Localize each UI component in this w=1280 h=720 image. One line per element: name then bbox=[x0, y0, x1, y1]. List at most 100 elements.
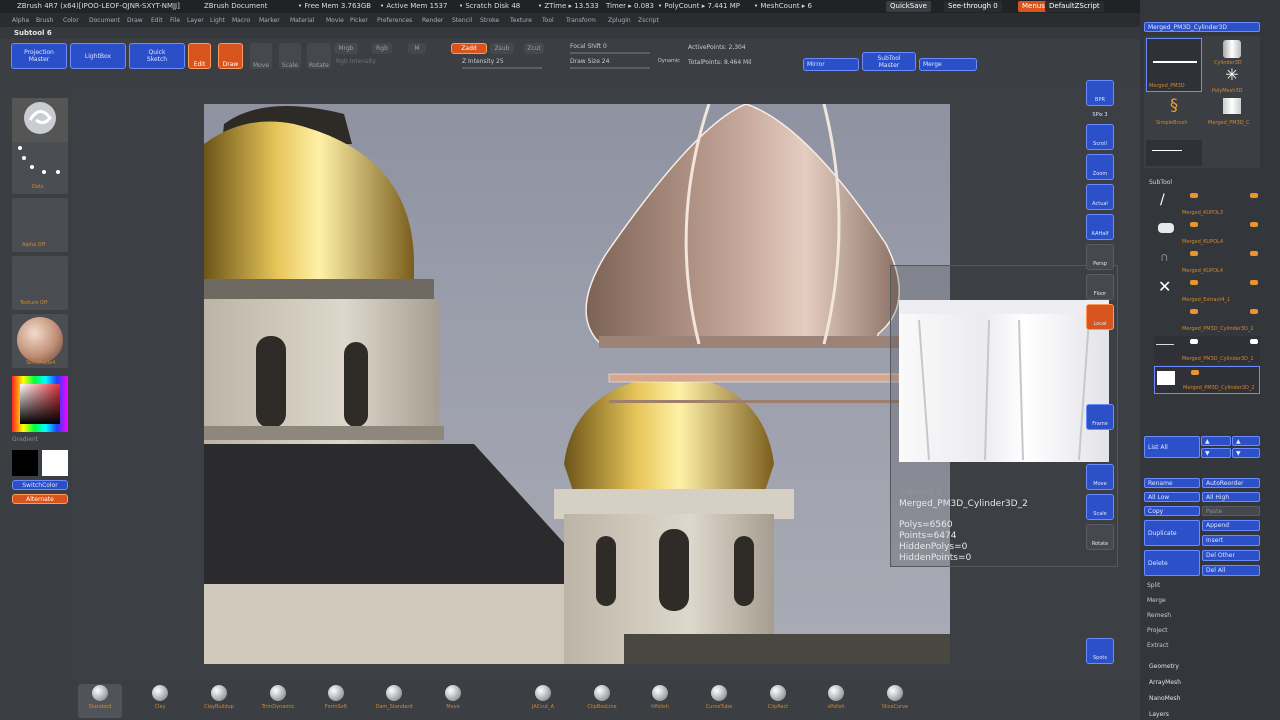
brush-hpolish[interactable]: hPolish bbox=[638, 684, 682, 718]
frame-button[interactable]: Frame bbox=[1086, 404, 1114, 430]
draw-button[interactable]: Draw bbox=[218, 43, 243, 69]
delete-button[interactable]: Delete bbox=[1144, 550, 1200, 576]
aahalf-button[interactable]: AAHalf bbox=[1086, 214, 1114, 240]
zoom-button[interactable]: Zoom bbox=[1086, 154, 1114, 180]
brush-clay[interactable]: Clay bbox=[138, 684, 182, 718]
actual-button[interactable]: Actual bbox=[1086, 184, 1114, 210]
layers-section[interactable]: Layers bbox=[1149, 711, 1169, 718]
projection-master-button[interactable]: Projection Master bbox=[11, 43, 67, 69]
menu-draw[interactable]: Draw bbox=[127, 17, 143, 24]
menu-texture[interactable]: Texture bbox=[510, 17, 532, 24]
menu-stroke[interactable]: Stroke bbox=[480, 17, 499, 24]
color-square[interactable] bbox=[20, 384, 60, 424]
z-intensity-slider[interactable]: Z Intensity 25 bbox=[462, 58, 504, 65]
geometry-section[interactable]: Geometry bbox=[1149, 663, 1179, 670]
floor-button[interactable]: Floor bbox=[1086, 274, 1114, 300]
menu-picker[interactable]: Picker bbox=[350, 17, 368, 24]
merge-shelf-button[interactable]: Merge bbox=[919, 58, 977, 71]
alpha-thumbnail[interactable]: Alpha Off bbox=[12, 198, 68, 252]
duplicate-button[interactable]: Duplicate bbox=[1144, 520, 1200, 546]
subtool-row-1[interactable]: / Merged_KUPOL3 bbox=[1154, 190, 1260, 218]
merge-section[interactable]: Merge bbox=[1147, 597, 1166, 604]
mirror-button[interactable]: Mirror bbox=[803, 58, 859, 71]
focal-shift-track[interactable] bbox=[570, 52, 650, 54]
alternate-button[interactable]: Alternate bbox=[12, 494, 68, 504]
menu-tool[interactable]: Tool bbox=[542, 17, 554, 24]
copy-button[interactable]: Copy bbox=[1144, 506, 1200, 516]
menu-transform[interactable]: Transform bbox=[566, 17, 596, 24]
canvas-reference-image[interactable] bbox=[204, 104, 950, 664]
brush-slicecurve[interactable]: SliceCurve bbox=[873, 684, 917, 718]
menu-brush[interactable]: Brush bbox=[36, 17, 53, 24]
split-section[interactable]: Split bbox=[1147, 582, 1160, 589]
subtool-row-3[interactable]: ∩ Merged_KUPOL4 bbox=[1154, 248, 1260, 276]
mrgb-button[interactable]: Mrgb bbox=[334, 43, 358, 54]
del-other-button[interactable]: Del Other bbox=[1202, 550, 1260, 561]
project-section[interactable]: Project bbox=[1147, 627, 1168, 634]
zsub-button[interactable]: Zsub bbox=[490, 43, 514, 54]
subtool-row-5[interactable]: Merged_PM3D_Cylinder3D_2 bbox=[1154, 306, 1260, 334]
subtool-row-2[interactable]: Merged_KUPOL4 bbox=[1154, 219, 1260, 247]
menu-light[interactable]: Light bbox=[210, 17, 225, 24]
see-through-slider[interactable]: See-through 0 bbox=[944, 1, 1002, 12]
menu-stencil[interactable]: Stencil bbox=[452, 17, 472, 24]
tool-thumb-cylinder[interactable]: Cylinder3D bbox=[1206, 38, 1258, 66]
move-top-button[interactable]: ▲ bbox=[1232, 436, 1260, 446]
subtool-row-7-selected[interactable]: Merged_PM3D_Cylinder3D_2 bbox=[1154, 366, 1260, 394]
all-high-button[interactable]: All High bbox=[1202, 492, 1260, 502]
local-button[interactable]: Local bbox=[1086, 304, 1114, 330]
brush-trimdynamic[interactable]: TrimDynamic bbox=[256, 684, 300, 718]
bpr-button[interactable]: BPR bbox=[1086, 80, 1114, 106]
subtool-header[interactable]: SubTool bbox=[1149, 179, 1172, 186]
tool-title[interactable]: Merged_PM3D_Cylinder3D bbox=[1144, 22, 1260, 32]
menu-zplugin[interactable]: Zplugin bbox=[608, 17, 631, 24]
subtool-row-6[interactable]: Merged_PM3D_Cylinder3D_1 bbox=[1154, 336, 1260, 364]
subtool-master-button[interactable]: SubTool Master bbox=[862, 52, 916, 71]
default-zscript-button[interactable]: DefaultZScript bbox=[1045, 1, 1104, 12]
extract-section[interactable]: Extract bbox=[1147, 642, 1169, 649]
rgb-button[interactable]: Rgb bbox=[372, 43, 392, 54]
persp-button[interactable]: Persp bbox=[1086, 244, 1114, 270]
paste-button[interactable]: Paste bbox=[1202, 506, 1260, 516]
del-all-button[interactable]: Del All bbox=[1202, 565, 1260, 576]
rename-button[interactable]: Rename bbox=[1144, 478, 1200, 488]
stroke-thumbnail[interactable]: Dots bbox=[12, 142, 68, 194]
draw-size-track[interactable] bbox=[570, 67, 650, 69]
move-button[interactable]: Move bbox=[250, 43, 272, 69]
menu-macro[interactable]: Macro bbox=[232, 17, 250, 24]
zcut-button[interactable]: Zcut bbox=[524, 43, 544, 54]
move-down-button[interactable]: ▼ bbox=[1201, 448, 1231, 458]
nanomesh-section[interactable]: NanoMesh bbox=[1149, 695, 1180, 702]
brush-curvetube[interactable]: CurveTube bbox=[697, 684, 741, 718]
switchcolor-button[interactable]: SwitchColor bbox=[12, 480, 68, 490]
tool-thumb-merged-c[interactable]: Merged_PM3D_C bbox=[1206, 96, 1258, 126]
move-up-button[interactable]: ▲ bbox=[1201, 436, 1231, 446]
quick-sketch-button[interactable]: Quick Sketch bbox=[129, 43, 185, 69]
texture-thumbnail[interactable]: Texture Off bbox=[12, 256, 68, 310]
lightbox-button[interactable]: LightBox bbox=[70, 43, 126, 69]
subtool-row-4[interactable]: ✕ Merged_Extract4_1 bbox=[1154, 277, 1260, 305]
menu-preferences[interactable]: Preferences bbox=[377, 17, 412, 24]
menu-document[interactable]: Document bbox=[89, 17, 120, 24]
rotate-button[interactable]: Rotate bbox=[307, 43, 331, 69]
tool-thumb-small[interactable] bbox=[1146, 140, 1202, 166]
menu-marker[interactable]: Marker bbox=[259, 17, 280, 24]
brush-formsoft[interactable]: FormSoft bbox=[314, 684, 358, 718]
z-intensity-track[interactable] bbox=[462, 67, 542, 69]
move-bottom-button[interactable]: ▼ bbox=[1232, 448, 1260, 458]
scroll-button[interactable]: Scroll bbox=[1086, 124, 1114, 150]
menu-layer[interactable]: Layer bbox=[187, 17, 204, 24]
draw-size-slider[interactable]: Draw Size 24 bbox=[570, 58, 609, 65]
zadd-button[interactable]: Zadd bbox=[451, 43, 487, 54]
quicksave-button[interactable]: QuickSave bbox=[886, 1, 931, 12]
brush-spolish[interactable]: sPolish bbox=[814, 684, 858, 718]
menu-material[interactable]: Material bbox=[290, 17, 314, 24]
rotate-view-button[interactable]: Rotate bbox=[1086, 524, 1114, 550]
spots-button[interactable]: Spots bbox=[1086, 638, 1114, 664]
scale-button[interactable]: Scale bbox=[279, 43, 301, 69]
all-low-button[interactable]: All Low bbox=[1144, 492, 1200, 502]
move-view-button[interactable]: Move bbox=[1086, 464, 1114, 490]
edit-button[interactable]: Edit bbox=[188, 43, 211, 69]
list-all-button[interactable]: List All bbox=[1144, 436, 1200, 458]
brush-clipboxline[interactable]: ClipBoxLine bbox=[580, 684, 624, 718]
